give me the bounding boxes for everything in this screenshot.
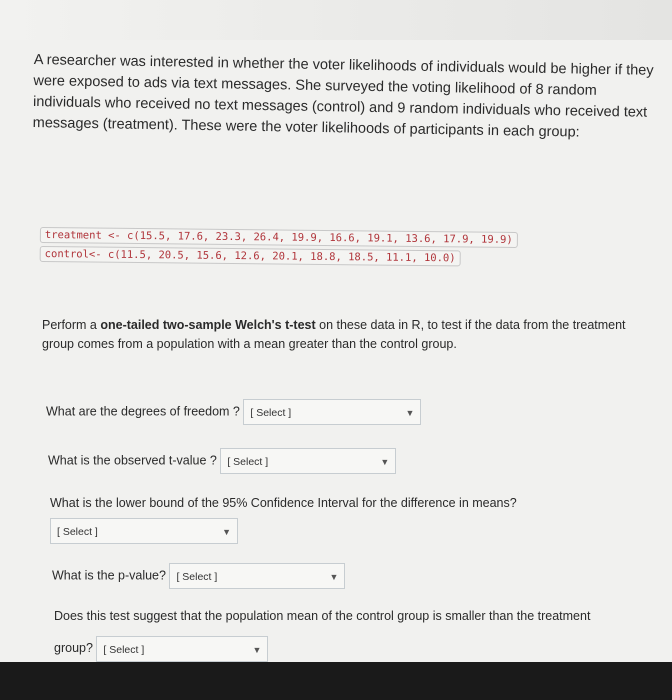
question-label: What are the degrees of freedom ? bbox=[46, 404, 240, 419]
chevron-down-icon: ▼ bbox=[405, 408, 415, 418]
screen-bezel bbox=[0, 662, 672, 700]
chevron-down-icon: ▼ bbox=[329, 572, 339, 582]
question-label: What is the lower bound of the 95% Confi… bbox=[50, 496, 517, 510]
select-placeholder: [ Select ] bbox=[57, 526, 98, 538]
question-conclusion: Does this test suggest that the populati… bbox=[54, 600, 614, 664]
question-intro: A researcher was interested in whether t… bbox=[32, 51, 654, 141]
instructions-text: Perform a bbox=[42, 318, 101, 332]
question-label: What is the observed t-value ? bbox=[48, 453, 217, 468]
question-df: What are the degrees of freedom ? [ Sele… bbox=[46, 399, 422, 425]
control-code: control<- c(11.5, 20.5, 15.6, 12.6, 20.1… bbox=[39, 245, 461, 267]
question-label: What is the p-value? bbox=[52, 568, 166, 583]
chevron-down-icon: ▼ bbox=[380, 457, 390, 467]
conclusion-select[interactable]: [ Select ] ▼ bbox=[96, 635, 269, 662]
test-name: one-tailed two-sample Welch's t-test bbox=[100, 318, 316, 332]
question-ci: What is the lower bound of the 95% Confi… bbox=[50, 496, 517, 544]
select-placeholder: [ Select ] bbox=[227, 456, 269, 468]
question-t-value: What is the observed t-value ? [ Select … bbox=[48, 448, 397, 474]
top-bar bbox=[0, 0, 672, 40]
question-p-value: What is the p-value? [ Select ] ▼ bbox=[52, 563, 346, 589]
r-code-block: treatment <- c(15.5, 17.6, 23.3, 26.4, 1… bbox=[39, 227, 518, 270]
p-value-select[interactable]: [ Select ] ▼ bbox=[169, 563, 346, 589]
t-value-select[interactable]: [ Select ] ▼ bbox=[220, 448, 397, 474]
instructions: Perform a one-tailed two-sample Welch's … bbox=[42, 316, 642, 354]
chevron-down-icon: ▼ bbox=[222, 527, 231, 537]
select-placeholder: [ Select ] bbox=[250, 407, 292, 419]
chevron-down-icon: ▼ bbox=[252, 644, 262, 655]
select-placeholder: [ Select ] bbox=[176, 571, 218, 583]
ci-select[interactable]: [ Select ] ▼ bbox=[50, 518, 238, 544]
df-select[interactable]: [ Select ] ▼ bbox=[243, 399, 422, 425]
select-placeholder: [ Select ] bbox=[103, 643, 145, 656]
